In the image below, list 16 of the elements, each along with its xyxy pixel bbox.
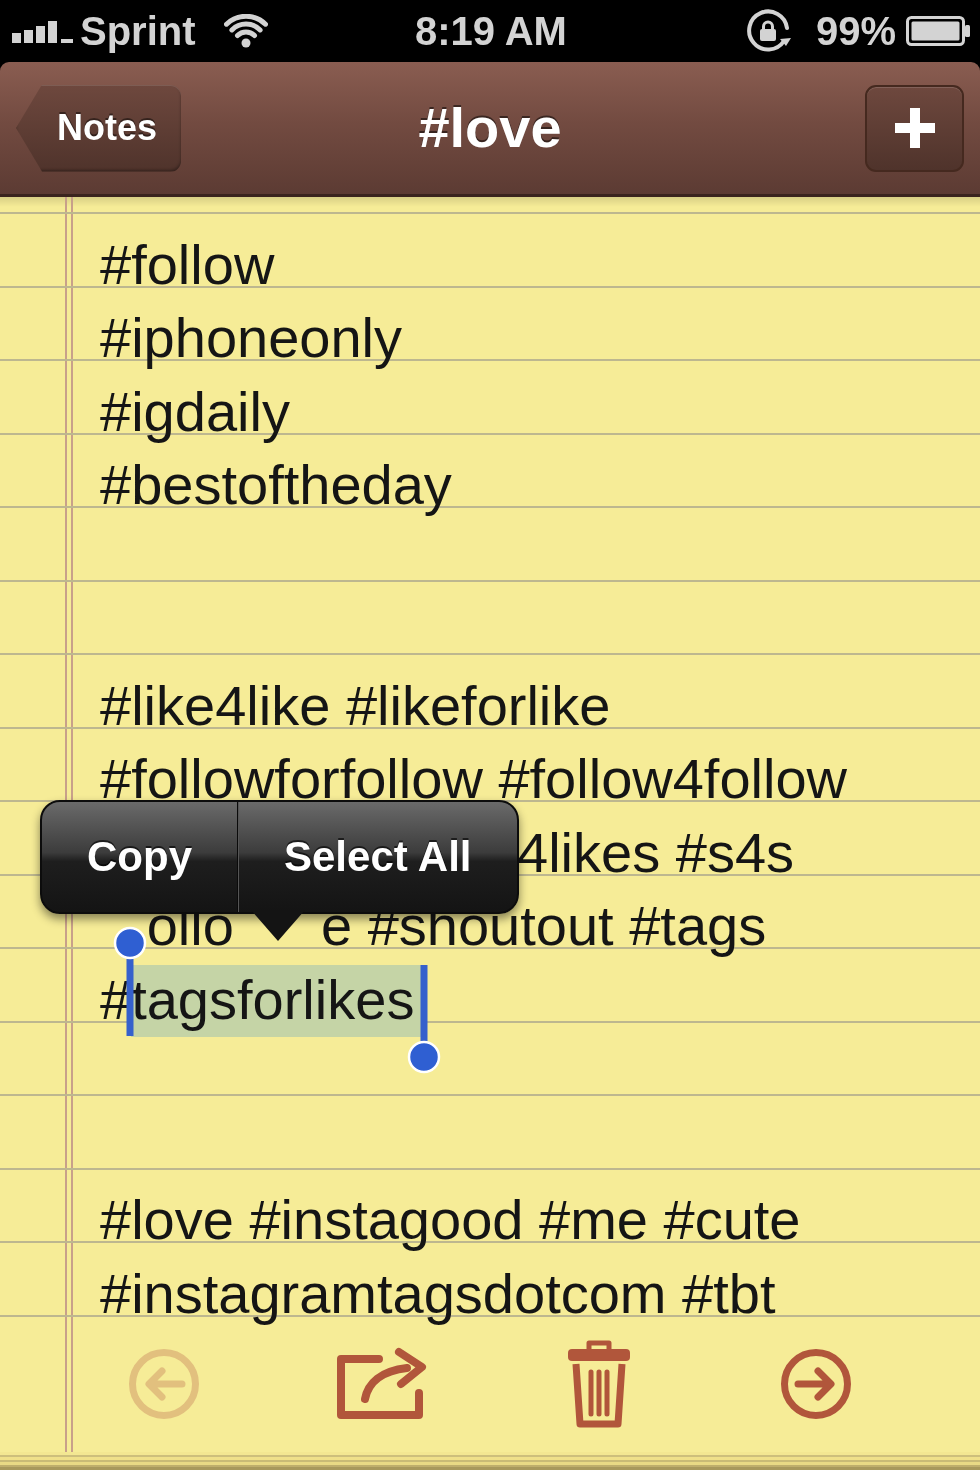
- clock-time: 8:19 AM: [415, 11, 567, 51]
- note-line: #like4like #likeforlike: [100, 677, 611, 734]
- add-button[interactable]: [865, 84, 964, 172]
- back-button[interactable]: Notes: [16, 84, 182, 172]
- wifi-icon: [223, 14, 268, 48]
- next-button[interactable]: [780, 1348, 853, 1421]
- note-line: #follow: [100, 236, 275, 293]
- note-title: #love: [418, 100, 562, 156]
- battery-percent: 99%: [815, 11, 896, 51]
- battery-icon: [906, 16, 970, 46]
- carrier-name: Sprint: [80, 11, 196, 51]
- share-button[interactable]: [335, 1347, 428, 1422]
- signal-icon: [12, 19, 74, 43]
- share-icon: [335, 1347, 428, 1422]
- plus-icon: [894, 108, 935, 148]
- note-line: 4likes #s4s: [517, 824, 795, 881]
